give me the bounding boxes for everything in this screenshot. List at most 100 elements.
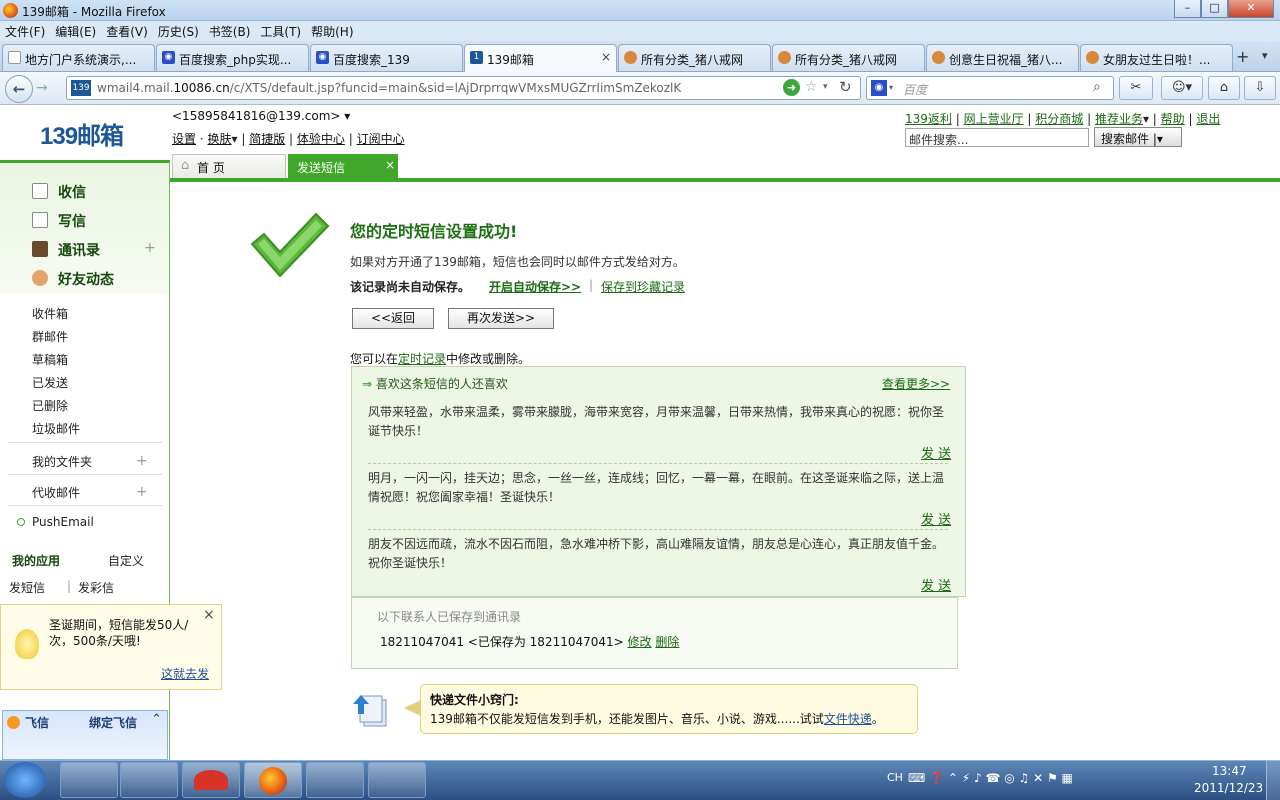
push-email[interactable]: PushEmail xyxy=(32,515,94,529)
menu-tools[interactable]: 工具(T) xyxy=(255,21,306,42)
addon-smiley-icon[interactable]: ☺▾ xyxy=(1161,76,1203,100)
notepad-taskbar-icon[interactable] xyxy=(368,762,426,798)
start-button[interactable] xyxy=(4,762,46,798)
browser-tab[interactable]: ◉ 百度搜索_139 xyxy=(310,44,463,71)
forward-arrow-icon[interactable]: → xyxy=(36,80,48,96)
tab-close-icon[interactable]: × xyxy=(601,50,611,64)
my-folders[interactable]: 我的文件夹 xyxy=(32,453,92,470)
back-button[interactable]: <<返回 xyxy=(352,308,434,329)
engine-dropdown-icon[interactable]: ▾ xyxy=(889,83,893,92)
browser-tab[interactable]: 创意生日祝福_猪八... xyxy=(926,44,1079,71)
folder-inbox[interactable]: 收件箱 xyxy=(32,305,68,322)
add-contact-icon[interactable]: + xyxy=(144,240,156,256)
downloads-icon[interactable]: ⇩ xyxy=(1244,76,1276,100)
search-icon[interactable]: ⌕ xyxy=(1093,79,1101,95)
proxy-mail[interactable]: 代收邮件 xyxy=(32,484,80,501)
redhat-taskbar-icon[interactable] xyxy=(182,762,240,798)
recommend-link[interactable]: 推荐业务 xyxy=(1095,112,1143,126)
new-tab-button[interactable]: + xyxy=(1236,47,1249,66)
menu-history[interactable]: 历史(S) xyxy=(153,21,204,42)
mail-search-button[interactable]: 搜索邮件 |▾ xyxy=(1094,127,1182,147)
maximize-button[interactable]: □ xyxy=(1201,0,1228,18)
go-arrow-icon[interactable]: ➜ xyxy=(783,79,800,96)
help-link[interactable]: 帮助 xyxy=(1161,112,1185,126)
simple-version-link[interactable]: 简捷版 xyxy=(249,132,285,146)
go-send-link[interactable]: 这就去发 xyxy=(161,665,209,682)
show-desktop-button[interactable] xyxy=(1266,760,1280,800)
browser-tab[interactable]: 女朋友过生日啦！... xyxy=(1080,44,1233,71)
clock-date[interactable]: 2011/12/23 xyxy=(1194,781,1263,795)
experience-center-link[interactable]: 体验中心 xyxy=(297,132,345,146)
tab-close-icon[interactable]: × xyxy=(385,158,395,172)
delete-contact-link[interactable]: 删除 xyxy=(655,635,679,649)
send-sms-link[interactable]: 发 送 xyxy=(921,509,951,528)
folder-spam[interactable]: 垃圾邮件 xyxy=(32,420,80,437)
rebate-link[interactable]: 139返利 xyxy=(905,112,952,126)
bind-feixin-link[interactable]: 绑定飞信 xyxy=(89,714,137,731)
view-more-link[interactable]: 查看更多>> xyxy=(882,375,950,392)
online-hall-link[interactable]: 网上营业厅 xyxy=(964,112,1024,126)
browser-tab[interactable]: 所有分类_猪八戒网 xyxy=(772,44,925,71)
app-taskbar-icon[interactable] xyxy=(120,762,178,798)
address-bar[interactable]: 139 wmail4.mail.10086.cn/c/XTS/default.j… xyxy=(66,76,861,100)
back-arrow-icon[interactable]: ← xyxy=(5,75,33,103)
app-send-mms[interactable]: 发彩信 xyxy=(78,579,114,596)
mail-search-input[interactable]: 邮件搜索... xyxy=(905,128,1089,147)
tab-list-icon[interactable]: ▾ xyxy=(1262,49,1268,62)
tip-title: 快递文件小窍门: xyxy=(430,693,519,707)
scheduled-records-link[interactable]: 定时记录 xyxy=(398,352,446,366)
sidebar-item-contacts[interactable]: 通讯录 xyxy=(32,240,100,260)
tab-home[interactable]: ⌂ 首 页 xyxy=(172,154,286,178)
menu-view[interactable]: 查看(V) xyxy=(101,21,153,42)
close-window-button[interactable]: ✕ xyxy=(1228,0,1274,18)
subscription-center-link[interactable]: 订阅中心 xyxy=(357,132,405,146)
browser-tab-active[interactable]: 1 139邮箱 × xyxy=(464,44,617,72)
settings-link[interactable]: 设置 xyxy=(172,132,196,146)
enable-autosave-link[interactable]: 开启自动保存>> xyxy=(489,278,581,295)
history-dropdown-icon[interactable]: ▾ xyxy=(823,82,828,92)
close-icon[interactable]: × xyxy=(203,607,215,623)
send-sms-link[interactable]: 发 送 xyxy=(921,575,951,594)
send-sms-link[interactable]: 发 送 xyxy=(921,443,951,462)
sidebar-item-inbox[interactable]: 收信 xyxy=(32,182,86,202)
browser-tab[interactable]: 所有分类_猪八戒网 xyxy=(618,44,771,71)
points-mall-link[interactable]: 积分商城 xyxy=(1035,112,1083,126)
menu-edit[interactable]: 编辑(E) xyxy=(50,21,101,42)
add-proxy-icon[interactable]: + xyxy=(136,484,148,500)
skin-link[interactable]: 换肤 xyxy=(207,132,231,146)
customize-apps-link[interactable]: 自定义 xyxy=(108,552,144,569)
menu-bookmarks[interactable]: 书签(B) xyxy=(204,21,256,42)
clock-time[interactable]: 13:47 xyxy=(1212,764,1247,778)
logout-link[interactable]: 退出 xyxy=(1196,112,1220,126)
firefox-taskbar-icon[interactable] xyxy=(244,762,302,798)
explorer-taskbar-icon[interactable] xyxy=(60,762,118,798)
app-send-sms[interactable]: 发短信 xyxy=(9,579,45,596)
minimize-button[interactable]: – xyxy=(1174,0,1201,18)
folder-deleted[interactable]: 已删除 xyxy=(32,397,68,414)
home-icon[interactable]: ⌂ xyxy=(1208,76,1240,100)
edit-contact-link[interactable]: 修改 xyxy=(628,635,652,649)
ime-indicator[interactable]: CH xyxy=(887,771,903,784)
scissors-icon[interactable]: ✂ xyxy=(1119,76,1153,100)
web-search-box[interactable]: ◉ ▾ 百度 ⌕ xyxy=(866,76,1114,100)
file-express-link[interactable]: 文件快递 xyxy=(824,712,872,726)
bookmark-star-icon[interactable]: ☆ xyxy=(805,79,818,95)
folder-sent[interactable]: 已发送 xyxy=(32,374,68,391)
browser-tab[interactable]: 地方门户系统演示,... xyxy=(2,44,155,71)
sidebar-item-friends[interactable]: 好友动态 xyxy=(32,269,114,289)
tab-send-sms[interactable]: 发送短信 × xyxy=(288,154,398,178)
add-folder-icon[interactable]: + xyxy=(136,453,148,469)
menu-file[interactable]: 文件(F) xyxy=(0,21,50,42)
folder-drafts[interactable]: 草稿箱 xyxy=(32,351,68,368)
menu-help[interactable]: 帮助(H) xyxy=(306,21,358,42)
paint-taskbar-icon[interactable] xyxy=(306,762,364,798)
resend-button[interactable]: 再次发送>> xyxy=(448,308,554,329)
reload-icon[interactable]: ↻ xyxy=(839,78,852,96)
account-email[interactable]: <15895841816@139.com> ▾ xyxy=(172,109,350,123)
sidebar-item-compose[interactable]: 写信 xyxy=(32,211,86,231)
tray-icons[interactable]: ⌨ ❓ ⌃ ⚡ ♪ ☎ ◎ ♫ ✕ ⚑ ▦ xyxy=(908,771,1073,785)
browser-tab[interactable]: ◉ 百度搜索_php实现... xyxy=(156,44,309,71)
collapse-chevron-icon[interactable]: ⌃ xyxy=(151,712,162,727)
folder-group[interactable]: 群邮件 xyxy=(32,328,68,345)
save-collection-link[interactable]: 保存到珍藏记录 xyxy=(601,278,685,295)
